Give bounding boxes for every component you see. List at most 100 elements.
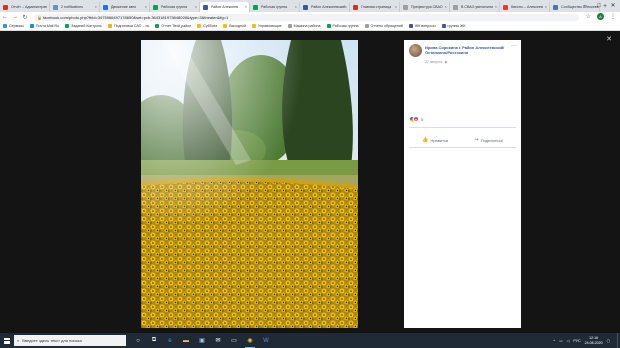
edge-icon[interactable]: e [162,333,178,348]
file-explorer-icon[interactable]: ▬ [178,333,194,348]
browser-tab[interactable]: Рабочая группа × [150,2,200,12]
bookmark-label: Управляющие [258,24,282,28]
bookmark-favicon-icon [107,24,112,28]
photo-viewer: ✕ Ирина Сорокина ▸ Район Алексеевский/Ос… [0,31,620,333]
maximize-button[interactable]: □ [592,0,606,12]
post-photo[interactable] [141,40,358,328]
browser-tab[interactable]: В СВАО увеличили × [450,2,500,12]
share-button[interactable]: ↪ Поделиться [475,137,503,143]
tab-close-icon[interactable]: × [545,2,547,12]
bookmark-favicon-icon [252,24,256,28]
profile-avatar[interactable]: А [597,13,604,20]
browser-tab[interactable]: Префектура СВАО × [400,2,450,12]
tab-favicon-icon [353,4,358,10]
taskbar-apps: ○ ⧉ e ▬ ▣ ✉ ▭ ◉ W [130,333,274,348]
minimize-button[interactable]: – [578,0,592,12]
bookmark-favicon-icon [364,24,369,28]
bookmark-label: Рабочая группа [332,24,359,28]
tab-close-icon[interactable]: × [395,2,397,12]
bookmark-label: Почта Mail.Ru [35,24,60,28]
tab-close-icon[interactable]: × [345,2,347,12]
bookmark-item[interactable]: Сервисы [3,24,24,28]
chrome-icon[interactable]: ◉ [242,333,258,348]
terminal-icon[interactable]: ▭ [226,333,242,348]
bookmark-item[interactable]: Управляющие [252,24,282,28]
more-options-icon[interactable]: ··· [511,43,517,49]
search-icon: ⌕ [17,338,20,343]
bookmark-item[interactable]: Выходной [223,24,246,28]
like-label: Нравится [430,137,449,143]
bookmark-label: Выходной [229,24,246,28]
browser-tab[interactable]: Рабочая группа × [250,2,300,12]
browser-tab[interactable]: Движение авто × [100,2,150,12]
mail-icon[interactable]: ✉ [210,333,226,348]
bookmark-favicon-icon [223,24,228,28]
bookmark-item[interactable]: ЖК вопросы [408,24,436,28]
windows-logo-icon [4,337,10,344]
language-indicator[interactable]: РУС [573,339,580,343]
store-icon[interactable]: ▣ [194,333,210,348]
browser-tab[interactable]: Район Алексеевский × [300,2,350,12]
browser-tab[interactable]: Район Алексеев × [200,2,250,12]
close-window-button[interactable]: ✕ [606,0,620,12]
post-sidebar: Ирина Сорокина ▸ Район Алексеевский/Оста… [404,40,521,328]
notifications-icon[interactable]: ▢ [607,339,610,343]
post-date-row: 22 августа ◉ [425,60,448,64]
tab-close-icon[interactable]: × [245,2,247,12]
tab-strip: Отчёт – Администрат × 2 notifications × Движ… [0,0,620,12]
window-controls: – □ ✕ [578,0,620,12]
forward-button[interactable]: → [10,14,20,20]
browser-tab[interactable]: Главная страница × [350,2,400,12]
tab-close-icon[interactable]: × [295,2,297,12]
volume-icon[interactable]: ◁ [567,339,570,343]
bookmark-item[interactable]: Заданий Контроль [65,24,102,28]
bookmark-item[interactable]: Рабочая группа [326,24,359,28]
browser-tab[interactable]: Квесты – Алексеев × [500,2,550,12]
bookmark-favicon-icon [408,24,413,28]
bookmark-item[interactable]: Машина района [287,24,321,28]
tab-favicon-icon [403,4,408,10]
cortana-icon[interactable]: ○ [130,333,146,348]
search-placeholder: Введите здесь текст для поиска [22,338,82,343]
tab-favicon-icon [553,4,558,10]
network-icon[interactable]: ▭ [559,339,562,343]
bookmark-item[interactable]: группы ЖК [441,24,465,28]
tab-title: 2 notifications [61,5,83,9]
reload-button[interactable]: ↻ [20,14,30,21]
address-bar[interactable]: 🔒 facebook.com/photo.php?fbid=3475966497… [34,13,579,21]
post-date[interactable]: 22 августа [425,60,442,64]
browser-tab[interactable]: 2 notifications × [50,2,100,12]
bookmark-label: Отчет Твой район [161,24,192,28]
back-button[interactable]: ← [0,14,10,20]
url-text: facebook.com/photo.php?fbid=347596649717… [43,14,229,20]
tab-close-icon[interactable]: × [495,2,497,12]
start-button[interactable] [0,333,14,348]
tab-close-icon[interactable]: × [145,2,147,12]
reactions-summary[interactable]: 👍 ♥ 5 [409,116,423,122]
tab-close-icon[interactable]: × [95,2,97,12]
browser-tab[interactable]: Отчёт – Администрат × [0,2,50,12]
clock[interactable]: 12:16 24.08.2020 [585,336,603,345]
bookmark-item[interactable]: Почта Mail.Ru [29,24,60,28]
tab-favicon-icon [253,4,258,10]
bookmark-item[interactable]: Подготовка САО – по [107,24,149,28]
bookmark-star-icon[interactable]: ☆ [586,13,591,20]
like-button[interactable]: 👍 Нравится [422,137,448,143]
tab-favicon-icon [303,4,308,10]
share-icon: ↪ [474,137,479,143]
tray-arrow-icon[interactable]: ^ [554,339,556,343]
tab-close-icon[interactable]: × [45,2,47,12]
bookmark-item[interactable]: Суббота [197,24,217,28]
tab-close-icon[interactable]: × [195,2,197,12]
bookmark-item[interactable]: Отчеты обращений [364,24,403,28]
tab-close-icon[interactable]: × [445,2,447,12]
author-avatar[interactable] [409,44,422,57]
share-label: Поделиться [480,137,503,143]
browser-menu-icon[interactable]: ⋮ [610,13,616,20]
word-icon[interactable]: W [258,333,274,348]
bookmark-item[interactable]: Отчет Твой район [155,24,191,28]
task-view-icon[interactable]: ⧉ [146,333,162,348]
bookmark-label: ЖК вопросы [414,24,436,28]
taskbar-search[interactable]: ⌕ Введите здесь текст для поиска [14,335,126,346]
close-viewer-icon[interactable]: ✕ [606,35,612,43]
